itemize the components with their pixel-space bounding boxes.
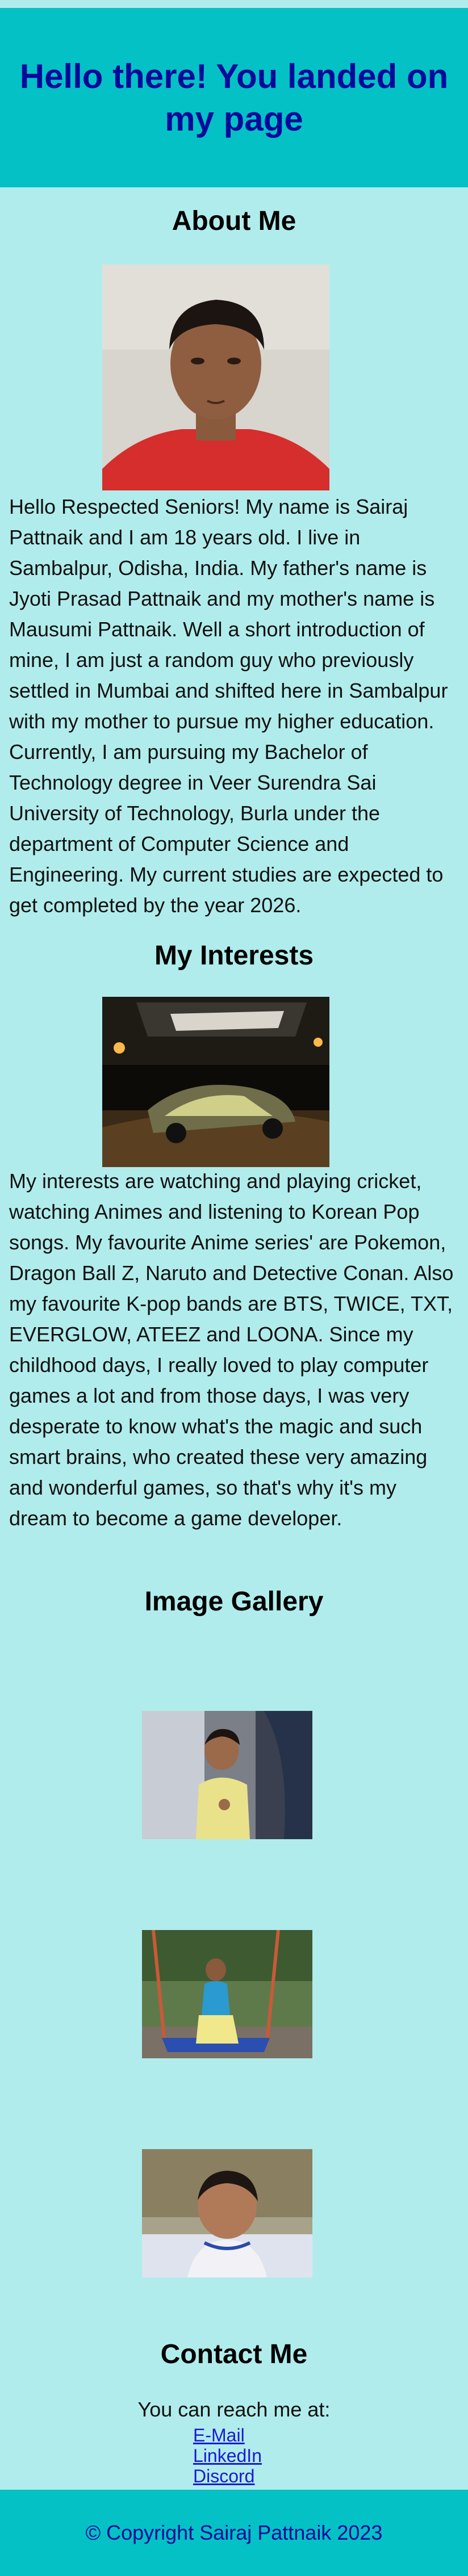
page-footer: © Copyright Sairaj Pattnaik 2023 [0, 2490, 468, 2576]
interests-heading: My Interests [154, 941, 314, 971]
gallery-heading: Image Gallery [144, 1587, 324, 1617]
contact-intro: You can reach me at: [137, 2398, 331, 2421]
linkedin-link[interactable]: LinkedIn [193, 2445, 363, 2466]
about-heading: About Me [172, 206, 296, 236]
game-image [102, 997, 329, 1167]
page-header: Hello there! You landed on my page [0, 8, 468, 187]
gallery-image-1 [142, 1711, 312, 1839]
interests-text: My interests are watching and playing cr… [9, 1169, 454, 1530]
copyright-text: © Copyright Sairaj Pattnaik 2023 [85, 2521, 383, 2544]
top-strip [0, 0, 468, 8]
email-link[interactable]: E-Mail [193, 2425, 363, 2445]
contact-links: E-Mail LinkedIn Discord [193, 2425, 363, 2486]
page-title: Hello there! You landed on my page [19, 57, 449, 138]
profile-photo [102, 265, 329, 490]
discord-link[interactable]: Discord [193, 2466, 363, 2486]
gallery-image-2 [142, 1930, 312, 2058]
gallery-image-3 [142, 2149, 312, 2277]
about-text: Hello Respected Seniors! My name is Sair… [9, 495, 448, 917]
contact-heading: Contact Me [160, 2339, 308, 2369]
